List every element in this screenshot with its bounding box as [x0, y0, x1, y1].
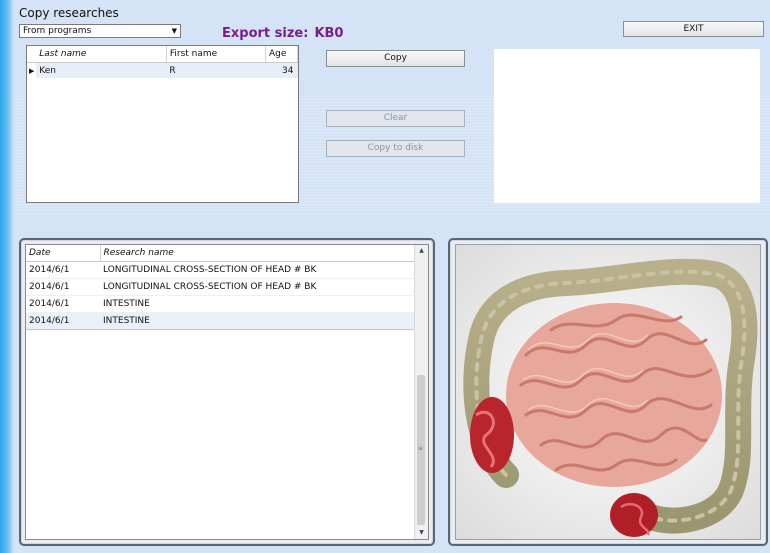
- research-row[interactable]: 2014/6/1 LONGITUDINAL CROSS-SECTION OF H…: [26, 261, 414, 279]
- research-row-selected[interactable]: 2014/6/1 INTESTINE: [26, 312, 414, 330]
- research-name: LONGITUDINAL CROSS-SECTION OF HEAD # BK: [100, 261, 414, 279]
- export-size-label: Export size:: [222, 26, 309, 41]
- export-size: Export size: KB0: [222, 26, 343, 41]
- research-date: 2014/6/1: [26, 312, 100, 330]
- source-select[interactable]: From programs ▼: [19, 24, 181, 38]
- copy-button[interactable]: Copy: [326, 50, 465, 67]
- column-first-name[interactable]: First name: [166, 46, 266, 63]
- anatomy-image: [455, 244, 761, 540]
- chevron-down-icon[interactable]: ▼: [172, 25, 177, 37]
- research-name: INTESTINE: [100, 295, 414, 313]
- source-select-value: From programs: [23, 26, 92, 36]
- scroll-down-icon[interactable]: ▼: [415, 527, 428, 539]
- research-date: 2014/6/1: [26, 278, 100, 296]
- research-row[interactable]: 2014/6/1 LONGITUDINAL CROSS-SECTION OF H…: [26, 278, 414, 296]
- research-date: 2014/6/1: [26, 295, 100, 313]
- grip-icon: ≡: [418, 445, 424, 452]
- scroll-up-icon[interactable]: ▲: [415, 245, 428, 257]
- exit-button[interactable]: EXIT: [623, 21, 764, 37]
- research-date: 2014/6/1: [26, 261, 100, 279]
- copy-to-disk-button[interactable]: Copy to disk: [326, 140, 465, 157]
- column-date[interactable]: Date: [26, 245, 101, 262]
- patient-first-name: R: [166, 62, 266, 78]
- clear-button[interactable]: Clear: [326, 110, 465, 127]
- column-research-name[interactable]: Research name: [100, 245, 415, 262]
- export-size-value: KB0: [314, 26, 344, 41]
- preview-panel: [494, 49, 760, 203]
- patient-age: 34: [265, 62, 298, 78]
- research-row[interactable]: 2014/6/1 INTESTINE: [26, 295, 414, 313]
- patient-last-name: Ken: [36, 62, 167, 78]
- patient-row[interactable]: ▶ Ken R 34: [27, 62, 298, 78]
- row-pointer-icon: ▶: [27, 62, 37, 78]
- row-marker-header: [27, 46, 37, 63]
- research-name: INTESTINE: [100, 312, 414, 330]
- patients-table: Last name First name Age ▶ Ken R 34: [26, 45, 299, 203]
- researches-table: Date Research name 2014/6/1 LONGITUDINAL…: [25, 244, 429, 540]
- column-last-name[interactable]: Last name: [36, 46, 167, 63]
- patients-header: Last name First name Age: [27, 46, 299, 63]
- vertical-scrollbar[interactable]: ▲ ≡ ▼: [414, 245, 428, 539]
- column-age[interactable]: Age: [265, 46, 299, 63]
- research-name: LONGITUDINAL CROSS-SECTION OF HEAD # BK: [100, 278, 414, 296]
- researches-header: Date Research name: [26, 245, 415, 262]
- window-title: Copy researches: [19, 6, 119, 20]
- intestine-illustration: [456, 245, 760, 539]
